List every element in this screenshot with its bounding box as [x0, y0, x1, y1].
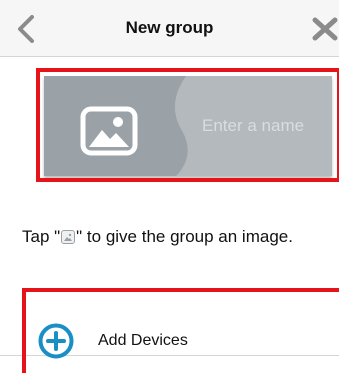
image-icon-inline — [61, 230, 76, 244]
highlight-box-group-card — [36, 68, 339, 182]
close-x-icon — [312, 17, 338, 41]
hint-prefix: Tap " — [22, 227, 61, 246]
hint-text: Tap " " to give the group an image. — [22, 226, 322, 248]
top-bar: New group — [0, 0, 339, 57]
highlight-box-add-devices — [22, 288, 339, 373]
page-title: New group — [125, 18, 214, 37]
hint-suffix: " to give the group an image. — [76, 227, 293, 246]
close-button[interactable] — [311, 16, 339, 42]
